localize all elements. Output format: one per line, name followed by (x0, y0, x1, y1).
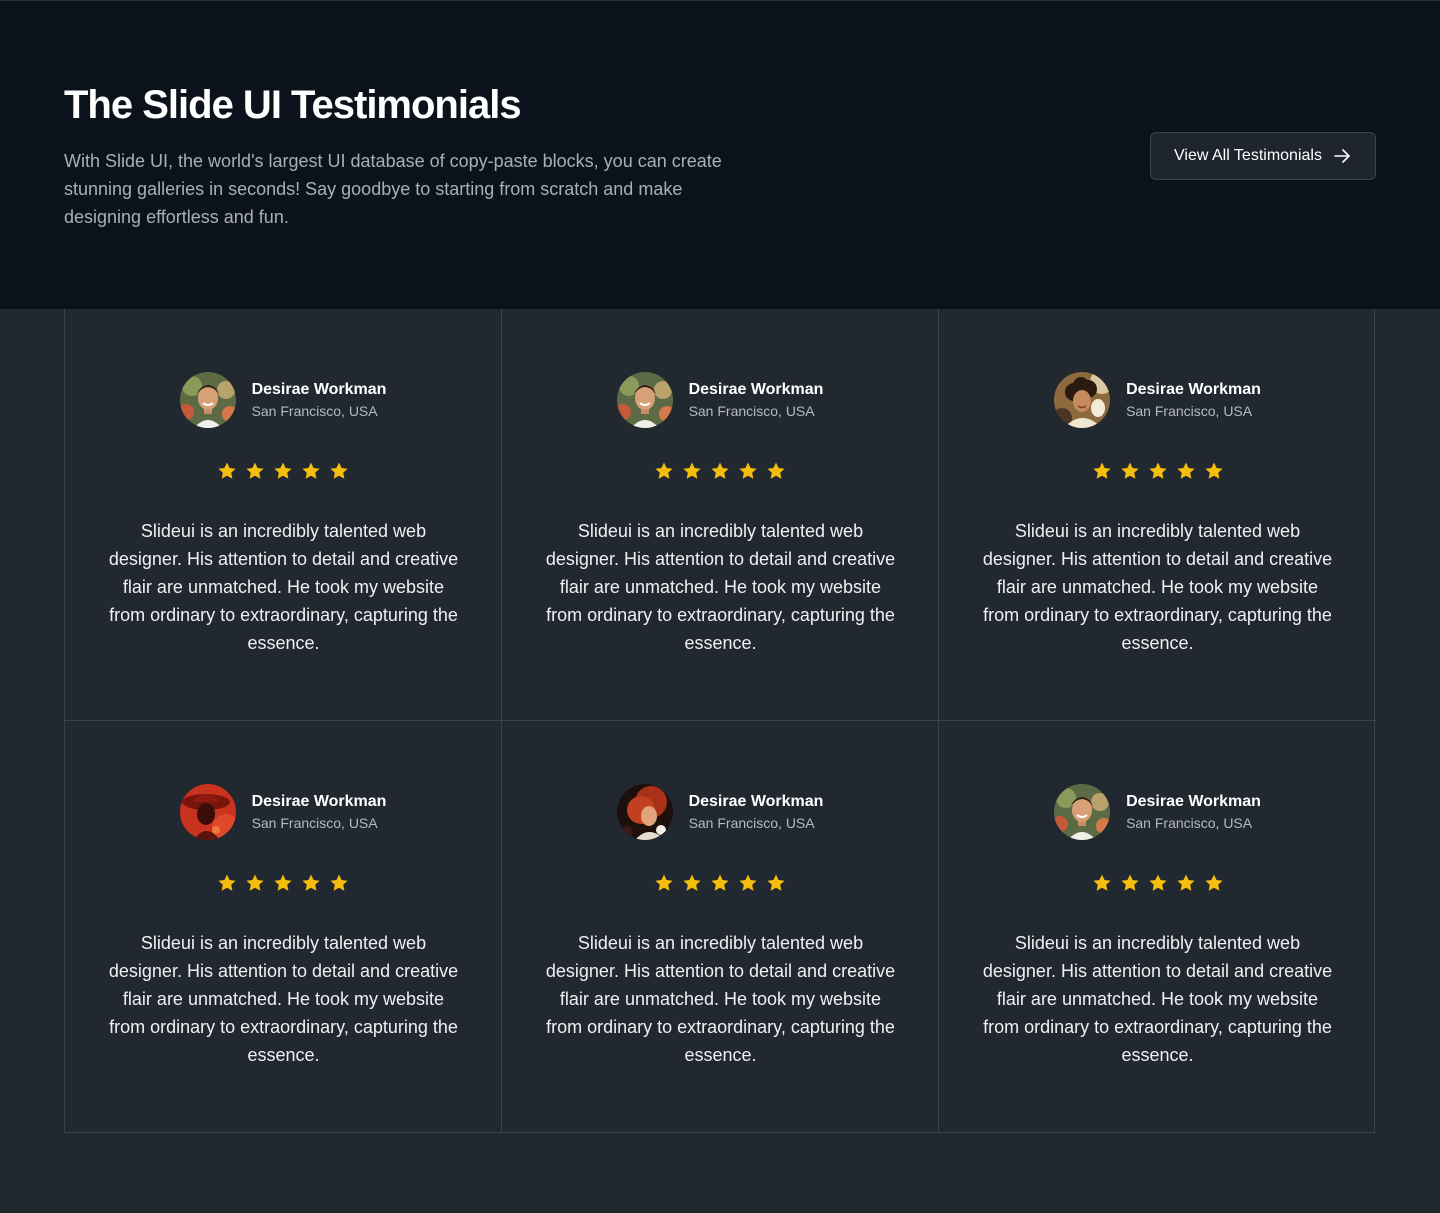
hero-section: The Slide UI Testimonials With Slide UI,… (0, 0, 1440, 309)
testimonial-author: Desirae Workman San Francisco, USA (65, 372, 501, 428)
author-name: Desirae Workman (688, 793, 824, 810)
testimonial-card: Desirae Workman San Francisco, USA Slide… (65, 309, 502, 721)
star-icon (683, 462, 701, 479)
star-rating (65, 873, 501, 893)
star-icon (1092, 874, 1111, 891)
star-icon (739, 462, 757, 479)
testimonial-quote: Slideui is an incredibly talented web de… (982, 521, 1333, 653)
testimonial-card: Desirae Workman San Francisco, USA Slide… (502, 721, 939, 1133)
testimonial-author: Desirae Workman San Francisco, USA (65, 784, 501, 840)
testimonial-author: Desirae Workman San Francisco, USA (939, 372, 1376, 428)
testimonial-author: Desirae Workman San Francisco, USA (502, 784, 938, 840)
star-icon (683, 874, 701, 891)
star-icon (1176, 462, 1195, 479)
star-icon (767, 874, 785, 891)
star-rating (939, 873, 1376, 893)
star-icon (218, 874, 236, 891)
star-rating (65, 461, 501, 481)
author-info: Desirae Workman San Francisco, USA (1126, 381, 1261, 419)
star-icon (330, 462, 348, 479)
author-info: Desirae Workman San Francisco, USA (1126, 793, 1261, 831)
testimonial-author: Desirae Workman San Francisco, USA (939, 784, 1376, 840)
star-icon (302, 874, 320, 891)
red-hair-woman-avatar (616, 784, 673, 840)
author-info: Desirae Workman San Francisco, USA (689, 381, 824, 419)
page-title: The Slide UI Testimonials (64, 83, 522, 127)
testimonial-quote: Slideui is an incredibly talented web de… (108, 933, 459, 1065)
smiling-man-avatar (179, 372, 236, 428)
star-icon (711, 874, 729, 891)
star-rating (502, 461, 938, 481)
author-location: San Francisco, USA (1126, 403, 1253, 419)
star-icon (655, 462, 673, 479)
testimonial-card: Desirae Workman San Francisco, USA Slide… (502, 309, 939, 721)
curly-hair-woman-avatar (1054, 372, 1111, 428)
star-icon (246, 462, 264, 479)
star-icon (246, 874, 264, 891)
author-info: Desirae Workman San Francisco, USA (689, 793, 824, 831)
author-info: Desirae Workman San Francisco, USA (252, 381, 387, 419)
author-name: Desirae Workman (251, 793, 387, 810)
author-location: San Francisco, USA (688, 403, 815, 419)
author-info: Desirae Workman San Francisco, USA (252, 793, 387, 831)
star-icon (274, 874, 292, 891)
star-icon (274, 462, 292, 479)
star-rating (502, 873, 938, 893)
hero-description: With Slide UI, the world's largest UI da… (64, 151, 722, 227)
testimonial-quote: Slideui is an incredibly talented web de… (108, 521, 459, 653)
testimonial-author: Desirae Workman San Francisco, USA (502, 372, 938, 428)
author-location: San Francisco, USA (688, 815, 815, 831)
smiling-man-avatar (1054, 784, 1111, 840)
arrow-right-icon (1332, 146, 1352, 166)
testimonial-card: Desirae Workman San Francisco, USA Slide… (939, 721, 1376, 1133)
author-name: Desirae Workman (688, 381, 824, 398)
view-all-testimonials-label: View All Testimonials (1174, 147, 1322, 164)
testimonial-quote: Slideui is an incredibly talented web de… (545, 521, 896, 653)
author-location: San Francisco, USA (251, 403, 378, 419)
star-icon (1148, 462, 1167, 479)
testimonial-quote: Slideui is an incredibly talented web de… (982, 933, 1333, 1065)
star-icon (1176, 874, 1195, 891)
star-icon (655, 874, 673, 891)
author-location: San Francisco, USA (1126, 815, 1253, 831)
star-icon (739, 874, 757, 891)
author-name: Desirae Workman (1126, 793, 1261, 810)
author-name: Desirae Workman (1126, 381, 1261, 398)
testimonial-quote: Slideui is an incredibly talented web de… (545, 933, 896, 1065)
testimonials-grid: Desirae Workman San Francisco, USA Slide… (64, 309, 1376, 1133)
star-icon (302, 462, 320, 479)
star-icon (218, 462, 236, 479)
red-hat-woman-avatar (179, 784, 236, 840)
star-icon (711, 462, 729, 479)
star-icon (767, 462, 785, 479)
view-all-testimonials-button[interactable]: View All Testimonials (1150, 132, 1376, 180)
author-name: Desirae Workman (251, 381, 387, 398)
star-icon (1092, 462, 1111, 479)
star-icon (1204, 462, 1223, 479)
star-icon (1148, 874, 1167, 891)
star-icon (1204, 874, 1223, 891)
star-rating (939, 461, 1376, 481)
smiling-man-avatar (616, 372, 673, 428)
author-location: San Francisco, USA (251, 815, 378, 831)
testimonial-card: Desirae Workman San Francisco, USA Slide… (65, 721, 502, 1133)
star-icon (1120, 462, 1139, 479)
star-icon (1120, 874, 1139, 891)
testimonial-card: Desirae Workman San Francisco, USA Slide… (939, 309, 1376, 721)
star-icon (330, 874, 348, 891)
